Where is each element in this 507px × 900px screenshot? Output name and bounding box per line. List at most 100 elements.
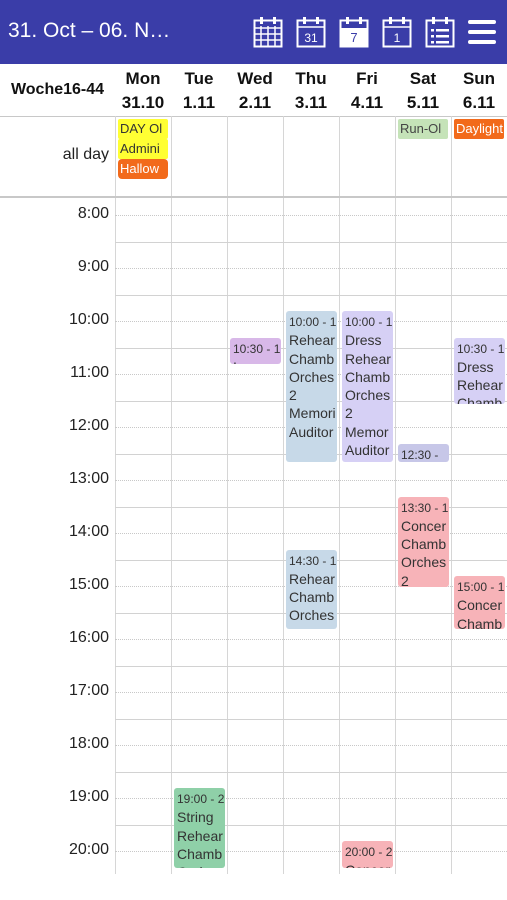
column-divider — [339, 116, 340, 196]
day-date: 31.10 — [121, 93, 165, 112]
event-title-line: Chamb — [289, 589, 335, 606]
event-title-line: Auditor — [345, 442, 390, 459]
hour-label: 12:00 — [68, 417, 109, 434]
event-title-line: 2 — [401, 572, 409, 587]
column-divider — [451, 116, 452, 196]
event-time: 19:00 - 2 — [177, 792, 225, 806]
event-title-line: Rehear — [289, 570, 335, 587]
hour-line — [115, 771, 507, 773]
time-grid[interactable]: 8:00 9:00 10:00 11:00 12:00 13:00 14:00 15:00 16… — [0, 198, 507, 874]
column-divider — [283, 116, 284, 196]
day-header-sun[interactable]: Sun 6.11 — [451, 64, 507, 116]
hour-label: 8:00 — [77, 205, 109, 222]
day-view-icon[interactable]: 1 — [382, 16, 412, 48]
week-number-label: Woche16-44 — [10, 81, 105, 98]
day-header-row: Woche16-44 Mon 31.10 Tue 1.11 Wed 2.11 Thu 3.11… — [0, 64, 507, 117]
hamburger-menu-icon[interactable] — [468, 18, 496, 46]
event-title-line: Memor — [345, 423, 389, 440]
column-divider — [115, 116, 116, 196]
event-title-line: Chamb — [401, 536, 447, 553]
event-time: 10:00 - 1 — [289, 315, 337, 329]
event-title-line: 2 — [289, 625, 334, 629]
seven-day-view-icon[interactable]: 7 — [339, 16, 369, 48]
calendar-event[interactable]: 10:30 - 1DressRehearChambOrches — [454, 337, 505, 404]
day-of-week: Thu — [295, 69, 327, 88]
calendar-event[interactable]: 10:30 - 1 In- — [230, 337, 281, 364]
event-title-line: Concer — [457, 597, 503, 614]
event-title-line: Orches — [289, 607, 335, 624]
column-divider — [227, 116, 228, 196]
all-day-event[interactable]: Hallow — [118, 159, 168, 179]
day-of-week: Sat — [409, 69, 437, 88]
day-date: 1.11 — [182, 93, 216, 112]
svg-text:31: 31 — [304, 31, 318, 45]
half-hour-line — [115, 745, 507, 746]
day-header-wed[interactable]: Wed 2.11 — [227, 64, 283, 116]
column-divider — [227, 198, 228, 874]
calendar-event[interactable]: 14:30 - 1RehearChambOrches2MemoriAuditor — [286, 549, 337, 629]
day-header-mon[interactable]: Mon 31.10 — [115, 64, 171, 116]
calendar-event[interactable]: 10:00 - 1 Rehear Chamb Orches 2 Memori Auditor — [286, 311, 337, 463]
event-time: 10:30 - 1 — [457, 341, 505, 356]
hour-label: 17:00 — [68, 682, 109, 699]
day-header-fri[interactable]: Fri 4.11 — [339, 64, 395, 116]
event-time: 12:30 - — [401, 447, 439, 462]
event-title-line: Memori — [289, 405, 336, 422]
day-of-week: Mon — [125, 69, 161, 88]
event-title-line: Dress — [345, 332, 382, 349]
day-header-sat[interactable]: Sat 5.11 — [395, 64, 451, 116]
event-title-line: Orches — [401, 554, 447, 571]
day-header-thu[interactable]: Thu 3.11 — [283, 64, 339, 116]
hour-label: 16:00 — [68, 629, 109, 646]
column-divider — [451, 198, 452, 874]
date-range-title[interactable]: 31. Oct – 06. N… — [8, 19, 170, 43]
app-header: 31. Oct – 06. N… 31 7 1 — [0, 0, 507, 64]
all-day-event[interactable]: Daylight — [454, 119, 504, 139]
all-day-event[interactable]: Admini — [118, 139, 168, 159]
column-divider — [395, 198, 396, 874]
half-hour-line — [115, 692, 507, 693]
event-title-line: Chamb — [457, 615, 503, 629]
event-time: 14:30 - 1 — [289, 553, 337, 568]
event-title-line: Dress — [457, 358, 494, 375]
event-title-line: String — [177, 809, 214, 826]
column-divider — [115, 198, 116, 874]
calendar-event[interactable]: 12:30 - — [398, 443, 449, 463]
event-title-line: Rehear — [345, 350, 391, 367]
calendar-event[interactable]: 15:00 - 1ConcerChambOrches2Charlot — [454, 576, 505, 629]
day-date: 4.11 — [350, 93, 384, 112]
column-divider — [339, 198, 340, 874]
day-of-week: Tue — [184, 69, 214, 88]
day-of-week: Fri — [356, 69, 378, 88]
hour-line — [115, 718, 507, 720]
hour-label: 20:00 — [68, 841, 109, 858]
all-day-event[interactable]: DAY Ol — [118, 119, 168, 139]
event-title-line: Chamb — [457, 395, 503, 404]
day-header-tue[interactable]: Tue 1.11 — [171, 64, 227, 116]
half-hour-line — [115, 215, 507, 216]
day-date: 5.11 — [406, 93, 440, 112]
hour-label: 13:00 — [68, 470, 109, 487]
all-day-event[interactable]: Run-Ol — [398, 119, 448, 139]
event-title-line: Chamb — [289, 350, 335, 367]
event-title-line: 2 — [345, 405, 353, 422]
hour-label: 9:00 — [77, 258, 109, 275]
event-time: 20:00 - 2 — [345, 845, 393, 859]
event-title-line: Orches — [289, 368, 335, 385]
month-view-icon[interactable] — [253, 16, 283, 48]
list-view-icon[interactable] — [425, 16, 455, 48]
event-time: 13:30 - 1 — [401, 500, 449, 515]
half-hour-line — [115, 480, 507, 481]
calendar-event[interactable]: 20:00 - 2 Concer — [342, 841, 393, 868]
calendar-event[interactable]: 19:00 - 2 StringRehearChambOrches — [174, 788, 225, 868]
calendar-event[interactable]: 13:30 - 1ConcerChambOrches2First — [398, 496, 449, 587]
day-of-week: Wed — [237, 69, 273, 88]
calendar-event[interactable]: 10:00 - 1 Dress Rehear Chamb Orches 2 Memor Aud… — [342, 311, 393, 463]
hour-line — [115, 294, 507, 296]
hour-label: 11:00 — [70, 364, 109, 381]
event-title-line: Auditor — [289, 423, 334, 440]
event-time: 10:30 - 1 — [233, 341, 281, 356]
week-view-icon[interactable]: 31 — [296, 16, 326, 48]
event-title-line: Chamb — [345, 368, 391, 385]
all-day-label: all day — [62, 146, 109, 163]
